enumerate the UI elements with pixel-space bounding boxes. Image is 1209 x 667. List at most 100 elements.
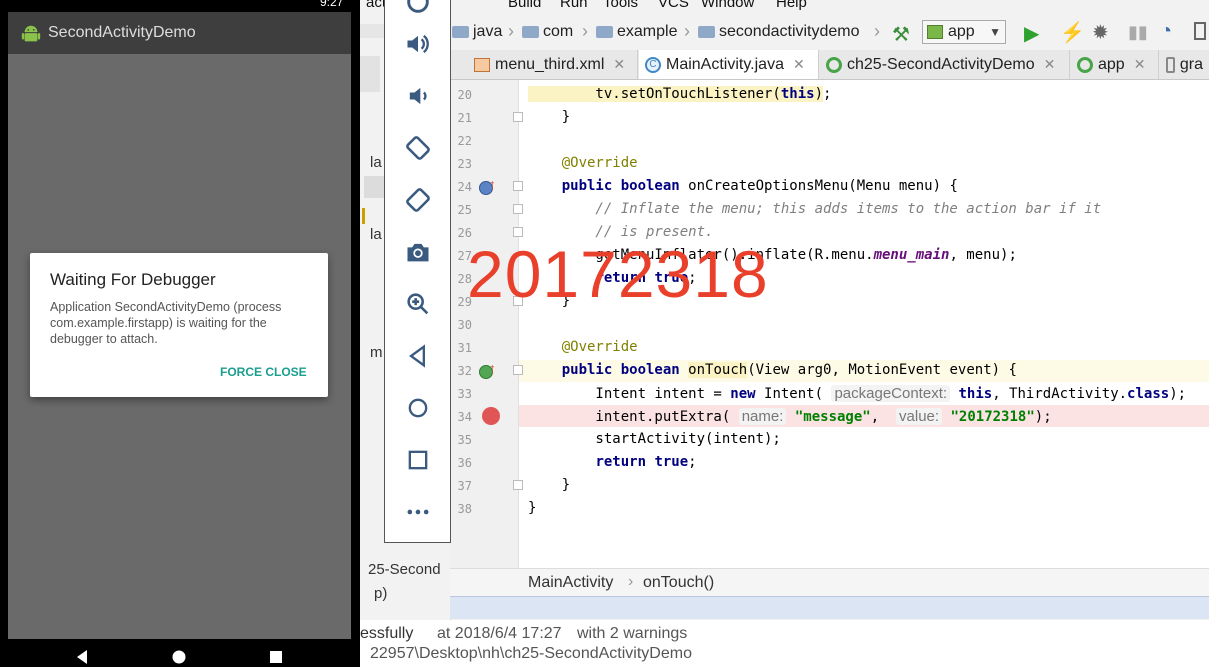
tab-menu-third-xml[interactable]: menu_third.xml ✕ <box>468 50 638 79</box>
project-tree-item[interactable]: la <box>370 226 382 243</box>
debug-icon[interactable]: ✹ <box>1092 20 1109 45</box>
volume-up-icon[interactable] <box>402 28 434 60</box>
menu-window[interactable]: Window <box>701 0 754 11</box>
power-icon[interactable] <box>402 0 434 18</box>
build-warnings[interactable]: with 2 warnings <box>577 625 687 643</box>
code-line: tv.setOnTouchListener(this); <box>528 86 832 102</box>
panel-label: p) <box>374 585 388 602</box>
code-line: Intent intent = new Intent( packageConte… <box>528 385 1187 402</box>
chevron-down-icon: ▼ <box>989 25 1001 39</box>
volume-down-icon[interactable] <box>402 80 434 112</box>
close-icon[interactable]: ✕ <box>1044 56 1056 73</box>
chevron-right-icon: › <box>874 21 880 41</box>
menu-help[interactable]: Help <box>776 0 807 11</box>
breadcrumb-java[interactable]: java <box>452 23 502 41</box>
line-number: 32 <box>457 364 472 378</box>
line-number: 35 <box>457 433 472 447</box>
breadcrumb-example[interactable]: example <box>596 23 677 41</box>
line-number: 20 <box>457 88 472 102</box>
code-line: return true; <box>595 454 697 470</box>
close-icon[interactable]: ✕ <box>613 56 625 73</box>
run-config-select[interactable]: app ▼ <box>922 20 1006 44</box>
nav-overview-icon[interactable] <box>268 649 284 665</box>
breadcrumb-class[interactable]: MainActivity <box>528 574 613 592</box>
line-number: 23 <box>457 157 472 171</box>
tree-marker <box>362 208 365 224</box>
folder-icon <box>596 26 613 38</box>
code-line: intent.putExtra( name: "message", value:… <box>528 408 1052 425</box>
force-close-button[interactable]: FORCE CLOSE <box>220 361 307 383</box>
line-number: 38 <box>457 502 472 516</box>
tab-gradle[interactable]: gra <box>1160 50 1209 79</box>
line-number: 31 <box>457 341 472 355</box>
device-icon[interactable] <box>1194 22 1206 40</box>
breakpoint-icon[interactable] <box>482 407 500 425</box>
watermark-text: 20172318 <box>467 237 769 311</box>
fold-marker[interactable] <box>513 365 523 375</box>
android-icon <box>21 25 41 42</box>
tab-mainactivity-java[interactable]: C MainActivity.java ✕ <box>639 50 819 79</box>
arrow-up-icon[interactable]: ↑ <box>489 176 496 192</box>
class-icon: C <box>645 56 661 73</box>
rotate-right-icon[interactable] <box>402 184 434 216</box>
zoom-icon[interactable] <box>402 288 434 320</box>
line-number: 24 <box>457 180 472 194</box>
fold-marker[interactable] <box>513 204 523 214</box>
overview-icon[interactable] <box>402 444 434 476</box>
folder-icon <box>522 26 539 38</box>
folder-icon <box>452 26 469 38</box>
code-line: public boolean onCreateOptionsMenu(Menu … <box>561 178 958 194</box>
code-line: } <box>528 477 571 493</box>
param-hint: name: <box>738 408 787 425</box>
apply-changes-icon[interactable]: ⚡ <box>1060 20 1085 45</box>
folder-icon <box>698 26 715 38</box>
tab-ch25-project[interactable]: ch25-SecondActivityDemo ✕ <box>820 50 1070 79</box>
line-number: 21 <box>457 111 472 125</box>
chevron-right-icon: › <box>684 21 690 41</box>
build-path: 22957\Desktop\nh\ch25-SecondActivityDemo <box>370 645 692 662</box>
profile-icon[interactable]: ▮▮ <box>1128 22 1148 43</box>
breadcrumb-method[interactable]: onTouch() <box>643 574 714 592</box>
line-number: 30 <box>457 318 472 332</box>
rotate-left-icon[interactable] <box>402 132 434 164</box>
menu-tools[interactable]: Tools <box>603 0 638 11</box>
more-icon[interactable] <box>402 496 434 528</box>
code-line: @Override <box>561 339 638 355</box>
gauge-icon[interactable]: ◔ <box>1160 20 1172 43</box>
fold-marker[interactable] <box>513 181 523 191</box>
panel-label: 25-Second <box>368 561 441 578</box>
close-icon[interactable]: ✕ <box>1134 56 1146 73</box>
menu-run[interactable]: Run <box>560 0 588 11</box>
nav-back-icon[interactable] <box>74 649 90 665</box>
app-title: SecondActivityDemo <box>48 24 196 41</box>
tool-window-header <box>450 596 1209 619</box>
status-clock: 9:27 <box>320 0 344 9</box>
code-line: startActivity(intent); <box>528 431 781 447</box>
menu-vcs[interactable]: VCS <box>658 0 689 11</box>
menu-build[interactable]: Build <box>508 0 541 11</box>
close-icon[interactable]: ✕ <box>793 56 805 73</box>
line-number: 37 <box>457 479 472 493</box>
structure-breadcrumb: MainActivity › onTouch() <box>450 568 1209 597</box>
run-icon[interactable]: ▶ <box>1024 21 1039 46</box>
android-module-icon <box>927 25 943 39</box>
breadcrumb-com[interactable]: com <box>522 23 573 41</box>
project-tree-item[interactable]: m <box>370 344 383 361</box>
breadcrumb-secondactivitydemo[interactable]: secondactivitydemo <box>698 23 860 41</box>
gradle-module-icon <box>826 56 842 73</box>
camera-icon[interactable] <box>402 236 434 268</box>
fold-marker[interactable] <box>513 112 523 122</box>
chevron-right-icon: › <box>628 573 634 590</box>
home-icon[interactable] <box>402 392 434 424</box>
arrow-up-icon[interactable]: ↑ <box>489 360 496 376</box>
hammer-icon[interactable]: ⚒ <box>892 22 910 47</box>
code-line: } <box>528 109 571 125</box>
back-icon[interactable] <box>402 340 434 372</box>
fold-marker[interactable] <box>513 480 523 490</box>
nav-home-icon[interactable] <box>171 649 187 665</box>
code-line: // Inflate the menu; this adds items to … <box>528 201 1102 217</box>
tab-app[interactable]: app ✕ <box>1071 50 1159 79</box>
code-editor[interactable] <box>450 80 1209 568</box>
project-tree-item[interactable]: la <box>370 154 382 171</box>
editor-tabs: menu_third.xml ✕ C MainActivity.java ✕ c… <box>450 50 1209 80</box>
